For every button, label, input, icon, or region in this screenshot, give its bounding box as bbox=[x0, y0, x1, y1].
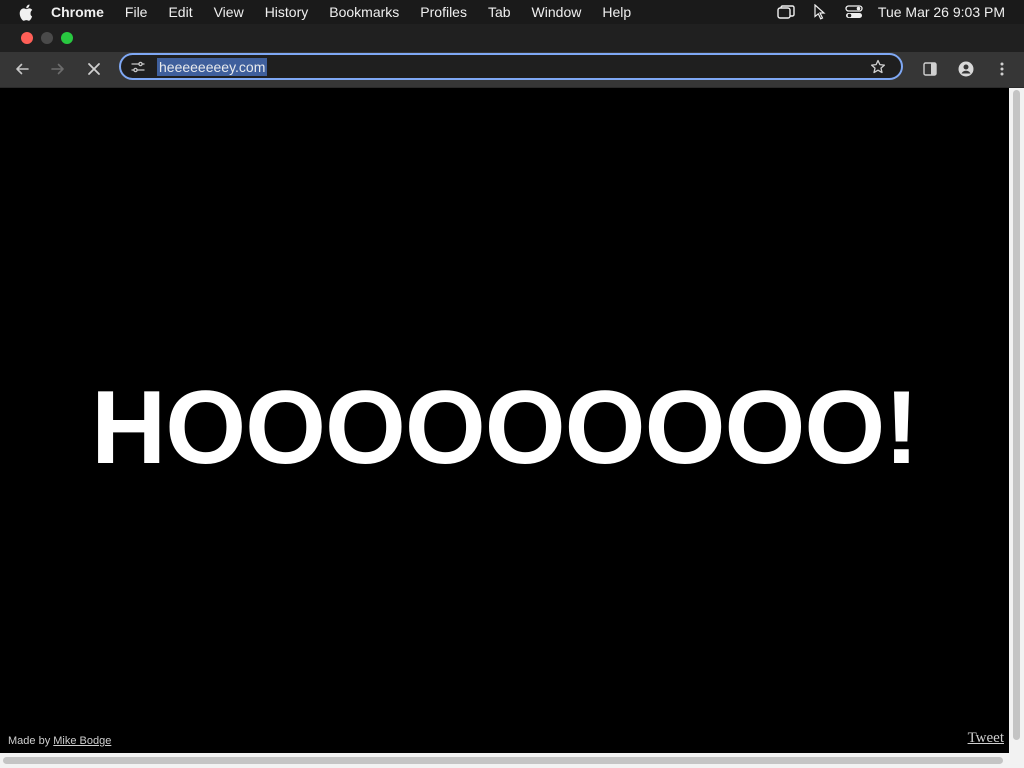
menu-help[interactable]: Help bbox=[602, 4, 631, 20]
cursor-icon[interactable] bbox=[810, 4, 830, 20]
menu-bookmarks[interactable]: Bookmarks bbox=[329, 4, 399, 20]
vertical-scrollbar[interactable] bbox=[1009, 88, 1024, 753]
browser-toolbar: heeeeeeeey.com bbox=[0, 52, 1024, 88]
window-close-button[interactable] bbox=[21, 32, 33, 44]
side-panel-icon[interactable] bbox=[917, 57, 943, 81]
stop-loading-icon[interactable] bbox=[81, 57, 107, 81]
menu-app-name[interactable]: Chrome bbox=[51, 4, 104, 20]
profile-icon[interactable] bbox=[953, 57, 979, 81]
control-center-icon[interactable] bbox=[844, 4, 864, 20]
horizontal-scrollbar[interactable] bbox=[0, 753, 1024, 768]
window-minimize-button[interactable] bbox=[41, 32, 53, 44]
menu-profiles[interactable]: Profiles bbox=[420, 4, 467, 20]
author-link[interactable]: Mike Bodge bbox=[53, 735, 111, 747]
screen-mirroring-icon[interactable] bbox=[776, 4, 796, 20]
vertical-scrollbar-thumb[interactable] bbox=[1013, 90, 1020, 740]
address-bar[interactable]: heeeeeeeey.com bbox=[119, 53, 903, 80]
menu-window[interactable]: Window bbox=[532, 4, 582, 20]
menu-tab[interactable]: Tab bbox=[488, 4, 511, 20]
menu-bar: Chrome File Edit View History Bookmarks … bbox=[0, 0, 1024, 24]
menu-file[interactable]: File bbox=[125, 4, 148, 20]
credit-line: Made by Mike Bodge bbox=[8, 735, 111, 747]
tweet-link[interactable]: Tweet bbox=[968, 730, 1004, 747]
window-title-bar bbox=[0, 24, 1024, 52]
address-bar-url[interactable]: heeeeeeeey.com bbox=[157, 58, 268, 76]
web-page: HOOOOOOOOO! Made by Mike Bodge Tweet bbox=[0, 88, 1009, 753]
hero-text: HOOOOOOOOO! bbox=[91, 370, 919, 486]
apple-icon[interactable] bbox=[19, 3, 35, 21]
kebab-menu-icon[interactable] bbox=[989, 57, 1015, 81]
credit-prefix: Made by bbox=[8, 735, 51, 747]
window-maximize-button[interactable] bbox=[61, 32, 73, 44]
menu-history[interactable]: History bbox=[265, 4, 309, 20]
menu-bar-tray: Tue Mar 26 9:03 PM bbox=[776, 0, 1024, 24]
star-icon[interactable] bbox=[869, 58, 887, 76]
menu-edit[interactable]: Edit bbox=[168, 4, 192, 20]
menu-bar-clock[interactable]: Tue Mar 26 9:03 PM bbox=[878, 4, 1005, 20]
back-arrow-icon[interactable] bbox=[9, 57, 35, 81]
forward-arrow-icon[interactable] bbox=[45, 57, 71, 81]
menu-view[interactable]: View bbox=[214, 4, 244, 20]
horizontal-scrollbar-thumb[interactable] bbox=[3, 757, 1003, 764]
tune-icon[interactable] bbox=[130, 59, 146, 75]
